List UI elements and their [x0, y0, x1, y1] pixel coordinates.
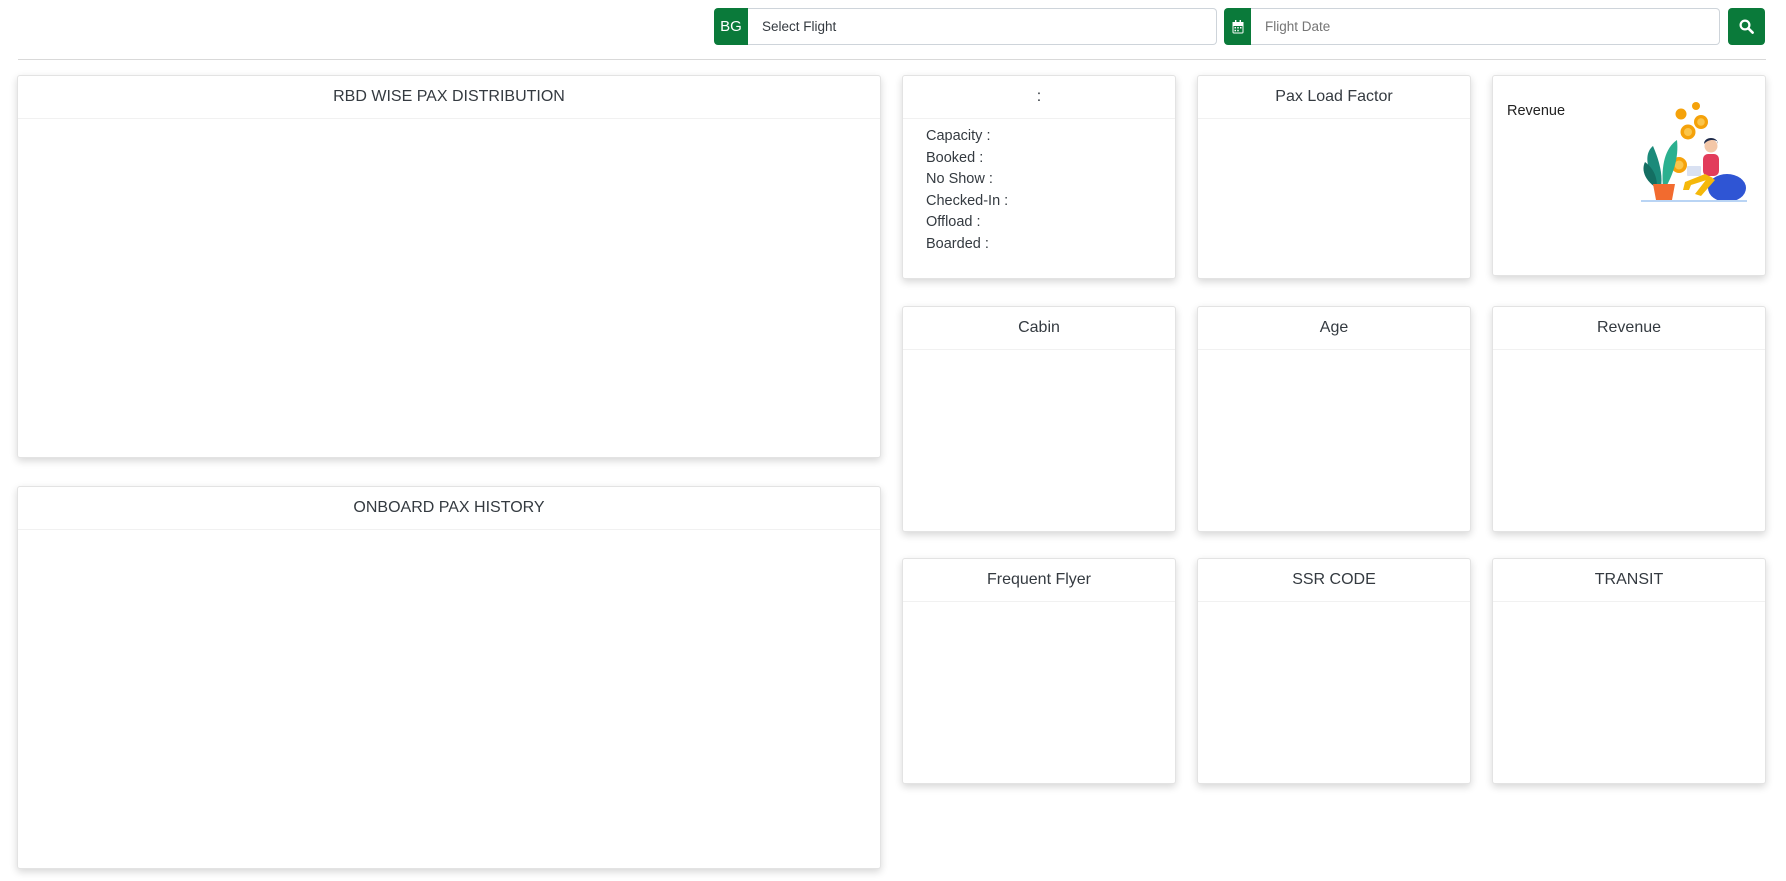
- revenue-label: Revenue: [1507, 103, 1566, 119]
- flight-date-field[interactable]: [1251, 8, 1720, 45]
- flight-select-group: BG Select Flight: [714, 8, 1217, 45]
- frequent-flyer-card: Frequent Flyer: [902, 558, 1176, 784]
- card-title: Revenue: [1493, 307, 1765, 350]
- airline-code-badge: BG: [714, 8, 748, 45]
- card-title: Age: [1198, 307, 1470, 350]
- age-card: Age: [1197, 306, 1471, 532]
- flight-summary-card: : Capacity : Booked : No Show : Checked-…: [902, 75, 1176, 279]
- offload-label: Offload :: [926, 214, 981, 230]
- flight-date-input[interactable]: [1265, 19, 1719, 34]
- summary-list: Capacity : Booked : No Show : Checked-In…: [903, 119, 1175, 255]
- search-button[interactable]: [1728, 8, 1765, 45]
- panel-title: RBD WISE PAX DISTRIBUTION: [18, 76, 880, 119]
- panel-title: ONBOARD PAX HISTORY: [18, 487, 880, 530]
- calendar-icon[interactable]: [1224, 8, 1251, 45]
- card-title: :: [903, 76, 1175, 119]
- card-title: Frequent Flyer: [903, 559, 1175, 602]
- no-show-label: No Show :: [926, 171, 993, 187]
- boarded-label: Boarded :: [926, 235, 989, 252]
- search-icon: [1739, 19, 1754, 34]
- checked-in-label: Checked-In :: [926, 192, 1009, 209]
- revenue-illustration: [1641, 102, 1747, 202]
- ssr-code-card: SSR CODE: [1197, 558, 1471, 784]
- card-title: SSR CODE: [1198, 559, 1470, 602]
- header-divider: [18, 59, 1766, 60]
- card-title: Pax Load Factor: [1198, 76, 1470, 119]
- revenue-summary-card: Revenue: [1492, 75, 1766, 276]
- flight-date-group: [1224, 8, 1720, 45]
- card-title: Cabin: [903, 307, 1175, 350]
- flight-select[interactable]: Select Flight: [748, 8, 1217, 45]
- rbd-pax-distribution-panel: RBD WISE PAX DISTRIBUTION: [17, 75, 881, 458]
- capacity-label: Capacity :: [926, 128, 991, 144]
- flight-select-value: Select Flight: [762, 19, 837, 34]
- booked-label: Booked :: [926, 149, 984, 166]
- pax-load-factor-card: Pax Load Factor: [1197, 75, 1471, 279]
- top-toolbar: BG Select Flight: [0, 0, 1786, 52]
- revenue-card: Revenue: [1492, 306, 1766, 532]
- airline-code-text: BG: [720, 18, 742, 35]
- transit-card: TRANSIT: [1492, 558, 1766, 784]
- cabin-card: Cabin: [902, 306, 1176, 532]
- onboard-pax-history-panel: ONBOARD PAX HISTORY: [17, 486, 881, 869]
- card-title: TRANSIT: [1493, 559, 1765, 602]
